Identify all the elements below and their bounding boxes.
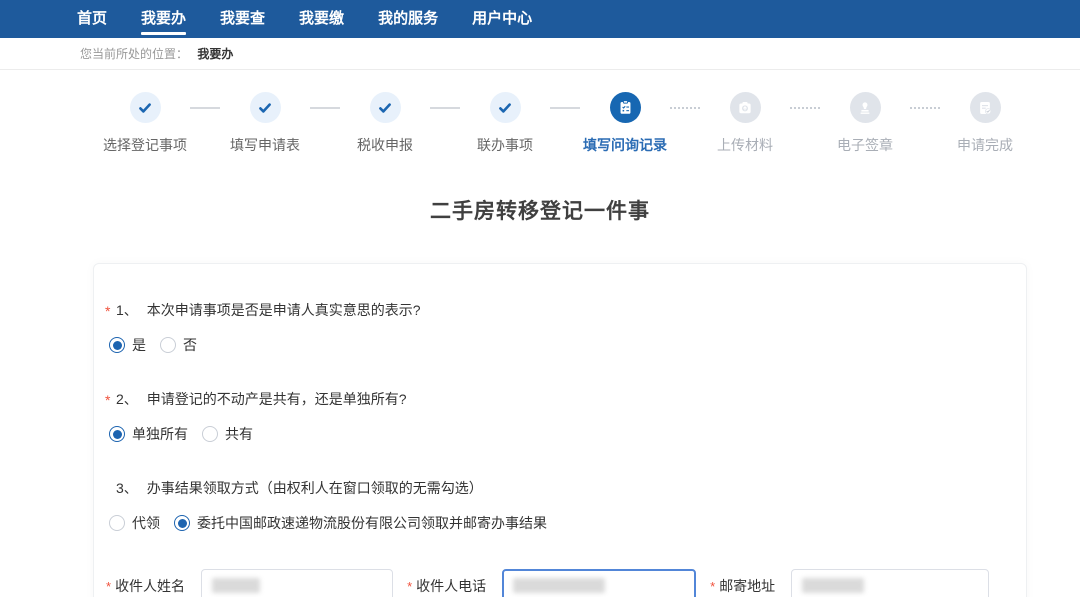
recipient-phone-input[interactable]: [502, 569, 696, 597]
option-label: 是: [132, 335, 146, 355]
step-connector: [550, 107, 580, 109]
step-tax-declaration: 税收申报: [340, 92, 430, 155]
step-connector: [190, 107, 220, 109]
step-connector: [910, 107, 940, 109]
option-yes[interactable]: 是: [109, 335, 146, 355]
radio-unselected-icon[interactable]: [109, 515, 125, 531]
step-e-signature: 电子签章: [820, 92, 910, 155]
clipboard-icon: [610, 92, 641, 123]
question-1: * 1、本次申请事项是否是申请人真实意思的表示? 是 否: [106, 302, 1006, 355]
required-asterisk: *: [710, 579, 715, 594]
required-asterisk: *: [407, 579, 412, 594]
step-label: 填写申请表: [230, 135, 300, 155]
radio-selected-icon[interactable]: [109, 337, 125, 353]
step-label: 填写问询记录: [583, 135, 667, 155]
redacted-value: [513, 578, 605, 593]
step-connector: [790, 107, 820, 109]
field-label: *邮寄地址: [710, 576, 775, 596]
check-icon: [370, 92, 401, 123]
nav-item-apply[interactable]: 我要办: [124, 0, 203, 38]
question-options: 代领 委托中国邮政速递物流股份有限公司领取并邮寄办事结果: [106, 513, 1006, 533]
radio-selected-icon[interactable]: [109, 426, 125, 442]
breadcrumb-prefix: 您当前所处的位置：: [80, 47, 188, 61]
option-sole-ownership[interactable]: 单独所有: [109, 424, 188, 444]
step-label: 电子签章: [837, 135, 893, 155]
inquiry-form-card: * 1、本次申请事项是否是申请人真实意思的表示? 是 否 * 2、申请登记的不动产是…: [93, 263, 1027, 597]
upload-icon: [730, 92, 761, 123]
step-joint-matters: 联办事项: [460, 92, 550, 155]
question-number: 3、: [116, 480, 138, 496]
field-label: *收件人电话: [407, 576, 486, 596]
step-connector: [310, 107, 340, 109]
redacted-value: [212, 578, 260, 593]
step-label: 申请完成: [957, 135, 1013, 155]
field-mailing-address: *邮寄地址: [710, 569, 989, 597]
recipient-fields-row: *收件人姓名 *收件人电话 *邮寄地址: [106, 569, 1006, 597]
question-options: 单独所有 共有: [106, 424, 1006, 444]
field-recipient-name: *收件人姓名: [106, 569, 393, 597]
question-text: * 1、本次申请事项是否是申请人真实意思的表示?: [106, 302, 1006, 318]
field-label: *收件人姓名: [106, 576, 185, 596]
option-co-ownership[interactable]: 共有: [202, 424, 253, 444]
question-2: * 2、申请登记的不动产是共有，还是单独所有? 单独所有 共有: [106, 391, 1006, 444]
recipient-name-input[interactable]: [201, 569, 393, 597]
step-select-registration: 选择登记事项: [100, 92, 190, 155]
check-icon: [490, 92, 521, 123]
question-3: 3、办事结果领取方式（由权利人在窗口领取的无需勾选） 代领 委托中国邮政速递物流…: [106, 480, 1006, 533]
top-nav: 首页 我要办 我要查 我要缴 我的服务 用户中心: [0, 0, 1080, 38]
required-asterisk: *: [105, 303, 110, 319]
nav-item-pay[interactable]: 我要缴: [282, 0, 361, 38]
step-application-complete: 申请完成: [940, 92, 1030, 155]
radio-unselected-icon[interactable]: [202, 426, 218, 442]
step-connector: [670, 107, 700, 109]
step-label: 联办事项: [477, 135, 533, 155]
question-text: 3、办事结果领取方式（由权利人在窗口领取的无需勾选）: [106, 480, 1006, 496]
radio-selected-icon[interactable]: [174, 515, 190, 531]
mailing-address-input[interactable]: [791, 569, 989, 597]
nav-item-user-center[interactable]: 用户中心: [455, 0, 549, 38]
question-number: 1、: [116, 302, 138, 318]
breadcrumb-current: 我要办: [197, 47, 233, 61]
question-number: 2、: [116, 391, 138, 407]
page-title: 二手房转移登记一件事: [0, 195, 1080, 225]
document-check-icon: [970, 92, 1001, 123]
option-postal-delivery[interactable]: 委托中国邮政速递物流股份有限公司领取并邮寄办事结果: [174, 513, 547, 533]
question-label: 办事结果领取方式（由权利人在窗口领取的无需勾选）: [147, 480, 483, 496]
nav-item-query[interactable]: 我要查: [203, 0, 282, 38]
required-asterisk: *: [106, 579, 111, 594]
step-inquiry-record: 填写问询记录: [580, 92, 670, 155]
option-label: 共有: [225, 424, 253, 444]
step-upload-materials: 上传材料: [700, 92, 790, 155]
check-icon: [130, 92, 161, 123]
nav-item-my-services[interactable]: 我的服务: [361, 0, 455, 38]
option-label: 代领: [132, 513, 160, 533]
redacted-value: [802, 578, 864, 593]
option-label: 否: [183, 335, 197, 355]
option-label: 委托中国邮政速递物流股份有限公司领取并邮寄办事结果: [197, 513, 547, 533]
question-label: 申请登记的不动产是共有，还是单独所有?: [147, 391, 407, 407]
step-label: 上传材料: [717, 135, 773, 155]
option-pickup-by-agent[interactable]: 代领: [109, 513, 160, 533]
nav-item-home[interactable]: 首页: [60, 0, 124, 38]
option-label: 单独所有: [132, 424, 188, 444]
check-icon: [250, 92, 281, 123]
stamp-icon: [850, 92, 881, 123]
breadcrumb: 您当前所处的位置： 我要办: [0, 38, 1080, 70]
step-fill-application: 填写申请表: [220, 92, 310, 155]
step-connector: [430, 107, 460, 109]
question-text: * 2、申请登记的不动产是共有，还是单独所有?: [106, 391, 1006, 407]
option-no[interactable]: 否: [160, 335, 197, 355]
required-asterisk: *: [105, 392, 110, 408]
question-label: 本次申请事项是否是申请人真实意思的表示?: [147, 302, 421, 318]
field-recipient-phone: *收件人电话: [407, 569, 696, 597]
step-label: 税收申报: [357, 135, 413, 155]
step-label: 选择登记事项: [103, 135, 187, 155]
question-options: 是 否: [106, 335, 1006, 355]
radio-unselected-icon[interactable]: [160, 337, 176, 353]
progress-stepper: 选择登记事项 填写申请表 税收申报 联办事项: [100, 92, 1030, 155]
